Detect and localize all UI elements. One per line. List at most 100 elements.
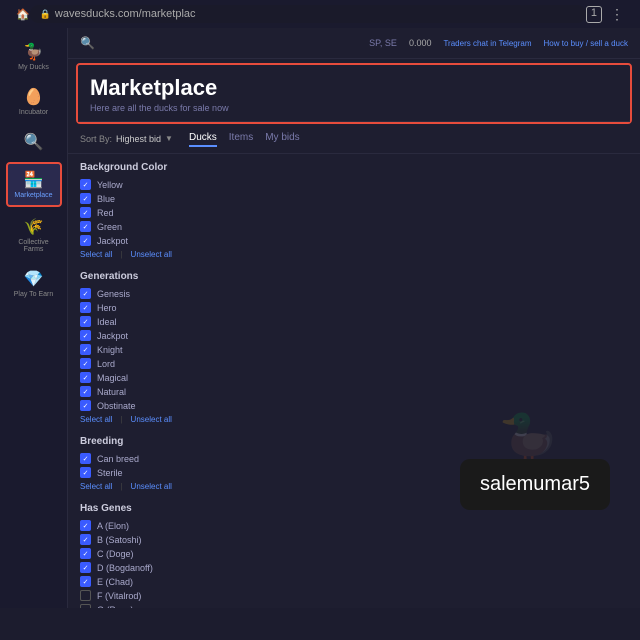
filter-item-gene-d: ✓ D (Bogdanoff) <box>80 562 628 573</box>
telegram-link[interactable]: Traders chat in Telegram <box>443 39 531 48</box>
checkbox-obstinate[interactable]: ✓ <box>80 400 91 411</box>
sidebar-item-duck-hunt[interactable]: 🔍 <box>6 126 62 158</box>
label-sterile: Sterile <box>97 468 123 478</box>
checkbox-magical[interactable]: ✓ <box>80 372 91 383</box>
checkbox-natural[interactable]: ✓ <box>80 386 91 397</box>
filter-item-blue: ✓ Blue <box>80 193 628 204</box>
checkbox-blue[interactable]: ✓ <box>80 193 91 204</box>
filter-section: Background Color ✓ Yellow ✓ Blue ✓ Red <box>68 154 640 608</box>
incubator-icon: 🥚 <box>24 87 44 107</box>
filter-item-hero: ✓ Hero <box>80 302 628 313</box>
label-gene-c: C (Doge) <box>97 549 134 559</box>
label-gene-e: E (Chad) <box>97 577 133 587</box>
label-knight: Knight <box>97 345 123 355</box>
bg-color-divider: | <box>120 250 122 259</box>
checkbox-gene-g[interactable] <box>80 604 91 608</box>
bg-color-select-all[interactable]: Select all <box>80 250 112 259</box>
breeding-unselect-all[interactable]: Unselect all <box>131 482 172 491</box>
checkbox-ideal[interactable]: ✓ <box>80 316 91 327</box>
background-color-filter: Background Color ✓ Yellow ✓ Blue ✓ Red <box>80 162 628 259</box>
lock-icon: 🔒 <box>40 9 51 20</box>
sidebar-item-marketplace[interactable]: 🏪 Marketplace <box>6 162 62 207</box>
checkbox-sterile[interactable]: ✓ <box>80 467 91 478</box>
main-content: 🔍 SP, SE 0.000 Traders chat in Telegram … <box>68 28 640 608</box>
generations-title: Generations <box>80 271 628 282</box>
more-icon[interactable]: ⋮ <box>610 6 624 23</box>
bg-color-unselect-all[interactable]: Unselect all <box>131 250 172 259</box>
sidebar-item-my-ducks-label: My Ducks <box>18 64 49 71</box>
url-bar[interactable]: 🔒 wavesducks.com/marketplac <box>30 5 586 23</box>
tooltip-overlay: salemumar5 <box>460 459 610 510</box>
label-jackpot-bg: Jackpot <box>97 236 128 246</box>
checkbox-gene-b[interactable]: ✓ <box>80 534 91 545</box>
sort-selector[interactable]: Sort By: Highest bid ▼ <box>80 134 173 144</box>
label-lord: Lord <box>97 359 115 369</box>
sidebar-item-incubator-label: Incubator <box>19 109 48 116</box>
sidebar-item-play-to-earn-label: Play To Earn <box>14 291 54 298</box>
bg-color-select-links: Select all | Unselect all <box>80 250 628 259</box>
checkbox-gene-a[interactable]: ✓ <box>80 520 91 531</box>
collective-farms-icon: 🌾 <box>24 217 44 237</box>
sidebar-item-play-to-earn[interactable]: 💎 Play To Earn <box>6 263 62 304</box>
checkbox-green[interactable]: ✓ <box>80 221 91 232</box>
tab-ducks[interactable]: Ducks <box>189 130 217 147</box>
label-gene-d: D (Bogdanoff) <box>97 563 153 573</box>
generations-filter: Generations ✓ Genesis ✓ Hero ✓ Ideal ✓ <box>80 271 628 424</box>
checkbox-gene-d[interactable]: ✓ <box>80 562 91 573</box>
phone-frame: 🏠 🔒 wavesducks.com/marketplac 1 ⋮ 🦆 My D… <box>0 0 640 640</box>
checkbox-lord[interactable]: ✓ <box>80 358 91 369</box>
tab-items[interactable]: Items <box>229 130 253 147</box>
search-icon[interactable]: 🔍 <box>80 36 95 50</box>
checkbox-genesis[interactable]: ✓ <box>80 288 91 299</box>
breeding-select-all[interactable]: Select all <box>80 482 112 491</box>
marketplace-header-box: Marketplace Here are all the ducks for s… <box>76 63 632 124</box>
checkbox-gene-e[interactable]: ✓ <box>80 576 91 587</box>
tooltip-text: salemumar5 <box>480 473 590 495</box>
sort-value: Highest bid <box>116 134 161 144</box>
checkbox-can-breed[interactable]: ✓ <box>80 453 91 464</box>
checkbox-yellow[interactable]: ✓ <box>80 179 91 190</box>
checkbox-gene-c[interactable]: ✓ <box>80 548 91 559</box>
filter-item-ideal: ✓ Ideal <box>80 316 628 327</box>
my-ducks-icon: 🦆 <box>24 42 44 62</box>
sort-label: Sort By: <box>80 134 112 144</box>
status-bar-left: 🏠 <box>16 8 30 21</box>
filter-item-gene-b: ✓ B (Satoshi) <box>80 534 628 545</box>
checkbox-red[interactable]: ✓ <box>80 207 91 218</box>
filter-item-gene-f: F (Vitalrod) <box>80 590 628 601</box>
filter-item-gene-g: G (Pepe) <box>80 604 628 608</box>
checkbox-gene-f[interactable] <box>80 590 91 601</box>
sort-chevron-icon: ▼ <box>165 134 173 143</box>
balance-label: SP, SE <box>369 38 397 48</box>
background-color-title: Background Color <box>80 162 628 173</box>
marketplace-icon: 🏪 <box>24 170 44 190</box>
checkbox-knight[interactable]: ✓ <box>80 344 91 355</box>
home-icon[interactable]: 🏠 <box>16 8 30 21</box>
sidebar-item-collective-farms[interactable]: 🌾 Collective Farms <box>6 211 62 259</box>
label-gene-b: B (Satoshi) <box>97 535 142 545</box>
checkbox-jackpot-bg[interactable]: ✓ <box>80 235 91 246</box>
filter-item-red: ✓ Red <box>80 207 628 218</box>
gen-unselect-all[interactable]: Unselect all <box>131 415 172 424</box>
filter-item-knight: ✓ Knight <box>80 344 628 355</box>
filter-item-gene-c: ✓ C (Doge) <box>80 548 628 559</box>
sidebar-item-collective-farms-label: Collective Farms <box>10 239 58 253</box>
sidebar-item-my-ducks[interactable]: 🦆 My Ducks <box>6 36 62 77</box>
duck-hunt-icon: 🔍 <box>24 132 44 152</box>
checkbox-hero[interactable]: ✓ <box>80 302 91 313</box>
label-gene-f: F (Vitalrod) <box>97 591 141 601</box>
nav-tabs: Ducks Items My bids <box>189 130 300 147</box>
how-to-buy-link[interactable]: How to buy / sell a duck <box>544 39 628 48</box>
filter-item-jackpot-gen: ✓ Jackpot <box>80 330 628 341</box>
checkbox-jackpot-gen[interactable]: ✓ <box>80 330 91 341</box>
top-bar-right: SP, SE 0.000 Traders chat in Telegram Ho… <box>369 38 628 48</box>
has-genes-filter: Has Genes ✓ A (Elon) ✓ B (Satoshi) ✓ C (… <box>80 503 628 608</box>
play-to-earn-icon: 💎 <box>24 269 44 289</box>
gen-select-all[interactable]: Select all <box>80 415 112 424</box>
gen-divider: | <box>120 415 122 424</box>
sidebar-item-incubator[interactable]: 🥚 Incubator <box>6 81 62 122</box>
label-green: Green <box>97 222 122 232</box>
breeding-divider: | <box>120 482 122 491</box>
tab-count[interactable]: 1 <box>586 6 602 23</box>
tab-my-bids[interactable]: My bids <box>265 130 299 147</box>
